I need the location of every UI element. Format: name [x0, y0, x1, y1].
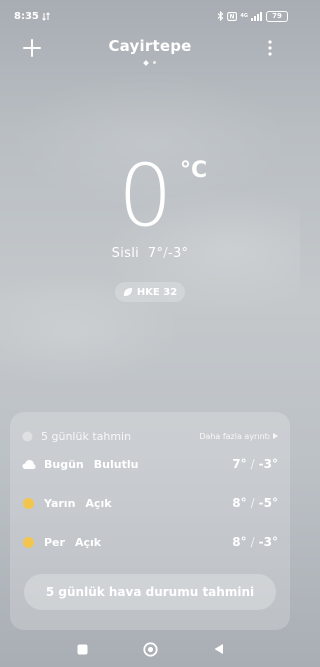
more-vertical-icon: [268, 40, 272, 56]
home-circle-icon: [142, 641, 158, 657]
separator: /: [250, 457, 255, 471]
forecast-low: -3°: [258, 457, 278, 471]
bluetooth-icon: [217, 11, 224, 21]
forecast-circle-icon: [22, 431, 33, 441]
page-dot: [153, 61, 156, 64]
forecast-high: 8°: [232, 535, 247, 549]
forecast-row[interactable]: Bugün Bulutlu 7° / -3°: [22, 454, 278, 474]
status-bar: 8:35 N 4G 79: [0, 0, 300, 32]
status-left: 8:35: [14, 11, 50, 22]
forecast-condition: Açık: [74, 535, 102, 549]
sun-icon: [23, 536, 34, 548]
current-low: -3°: [167, 246, 189, 261]
back-button[interactable]: [210, 641, 226, 657]
forecast-low: -3°: [258, 535, 278, 549]
network-type-label: 4G: [240, 12, 248, 19]
city-name: Cayirtepe: [108, 37, 192, 55]
separator: /: [250, 535, 255, 549]
separator: /: [163, 246, 168, 261]
battery-indicator: 79: [266, 10, 288, 22]
back-triangle-icon: [214, 644, 223, 654]
svg-text:N: N: [230, 13, 235, 20]
more-options-button[interactable]: [258, 36, 282, 60]
forecast-temps: 8° / -3°: [232, 535, 278, 549]
forecast-day: Per: [44, 535, 65, 549]
forecast-condition: Bulutlu: [93, 457, 139, 471]
forecast-title: 5 günlük tahmin: [41, 429, 132, 443]
leaf-icon: [123, 287, 132, 297]
air-quality-label: HKE 32: [136, 286, 178, 298]
nfc-icon: N: [227, 11, 238, 21]
recent-apps-button[interactable]: [74, 641, 90, 657]
forecast-title-group: 5 günlük tahmin: [22, 430, 131, 443]
forecast-temps: 8° / -5°: [232, 496, 278, 510]
current-condition: Sisli: [111, 246, 140, 261]
current-temperature: 0: [118, 146, 173, 246]
more-details-link[interactable]: Daha fazla ayrıntı: [199, 432, 278, 441]
home-button[interactable]: [142, 641, 158, 657]
more-details-label: Daha fazla ayrıntı: [199, 431, 270, 441]
sun-icon: [23, 497, 34, 509]
forecast-card: 5 günlük tahmin Daha fazla ayrıntı Bugün…: [10, 412, 290, 630]
forecast-condition: Açık: [85, 496, 112, 510]
battery-level: 79: [272, 11, 282, 20]
triangle-right-icon: [273, 433, 278, 439]
page-indicator: [0, 60, 300, 66]
location-indicator-icon: [143, 60, 149, 66]
forecast-row[interactable]: Per Açık 8° / -3°: [22, 532, 278, 552]
temperature-unit: °C: [180, 158, 208, 183]
forecast-low: -5°: [258, 496, 278, 510]
forecast-card-header: 5 günlük tahmin Daha fazla ayrıntı: [22, 428, 278, 444]
cell-signal-icon: [251, 11, 263, 21]
forecast-row-left: Bugün Bulutlu: [22, 458, 138, 471]
forecast-high: 7°: [232, 457, 247, 471]
status-right: N 4G 79: [217, 10, 288, 22]
signal-arrows-icon: [41, 11, 50, 21]
current-high: 7°: [147, 246, 164, 261]
status-time: 8:35: [14, 10, 39, 22]
forecast-row[interactable]: Yarın Açık 8° / -5°: [22, 493, 278, 513]
forecast-row-left: Per Açık: [22, 536, 101, 549]
forecast-day: Yarın: [44, 496, 76, 510]
square-icon: [77, 644, 87, 654]
current-condition-line: Sisli 7°/-3°: [0, 246, 300, 261]
forecast-temps: 7° / -3°: [232, 457, 278, 471]
forecast-day: Bugün: [44, 457, 84, 471]
cloud-icon: [22, 459, 36, 469]
air-quality-badge[interactable]: HKE 32: [115, 282, 185, 302]
five-day-forecast-button[interactable]: 5 günlük hava durumu tahmini: [24, 574, 276, 610]
forecast-row-left: Yarın Açık: [22, 497, 112, 510]
separator: /: [250, 496, 255, 510]
forecast-high: 8°: [232, 496, 247, 510]
header: Cayirtepe: [0, 32, 300, 72]
navigation-bar: [0, 637, 300, 661]
